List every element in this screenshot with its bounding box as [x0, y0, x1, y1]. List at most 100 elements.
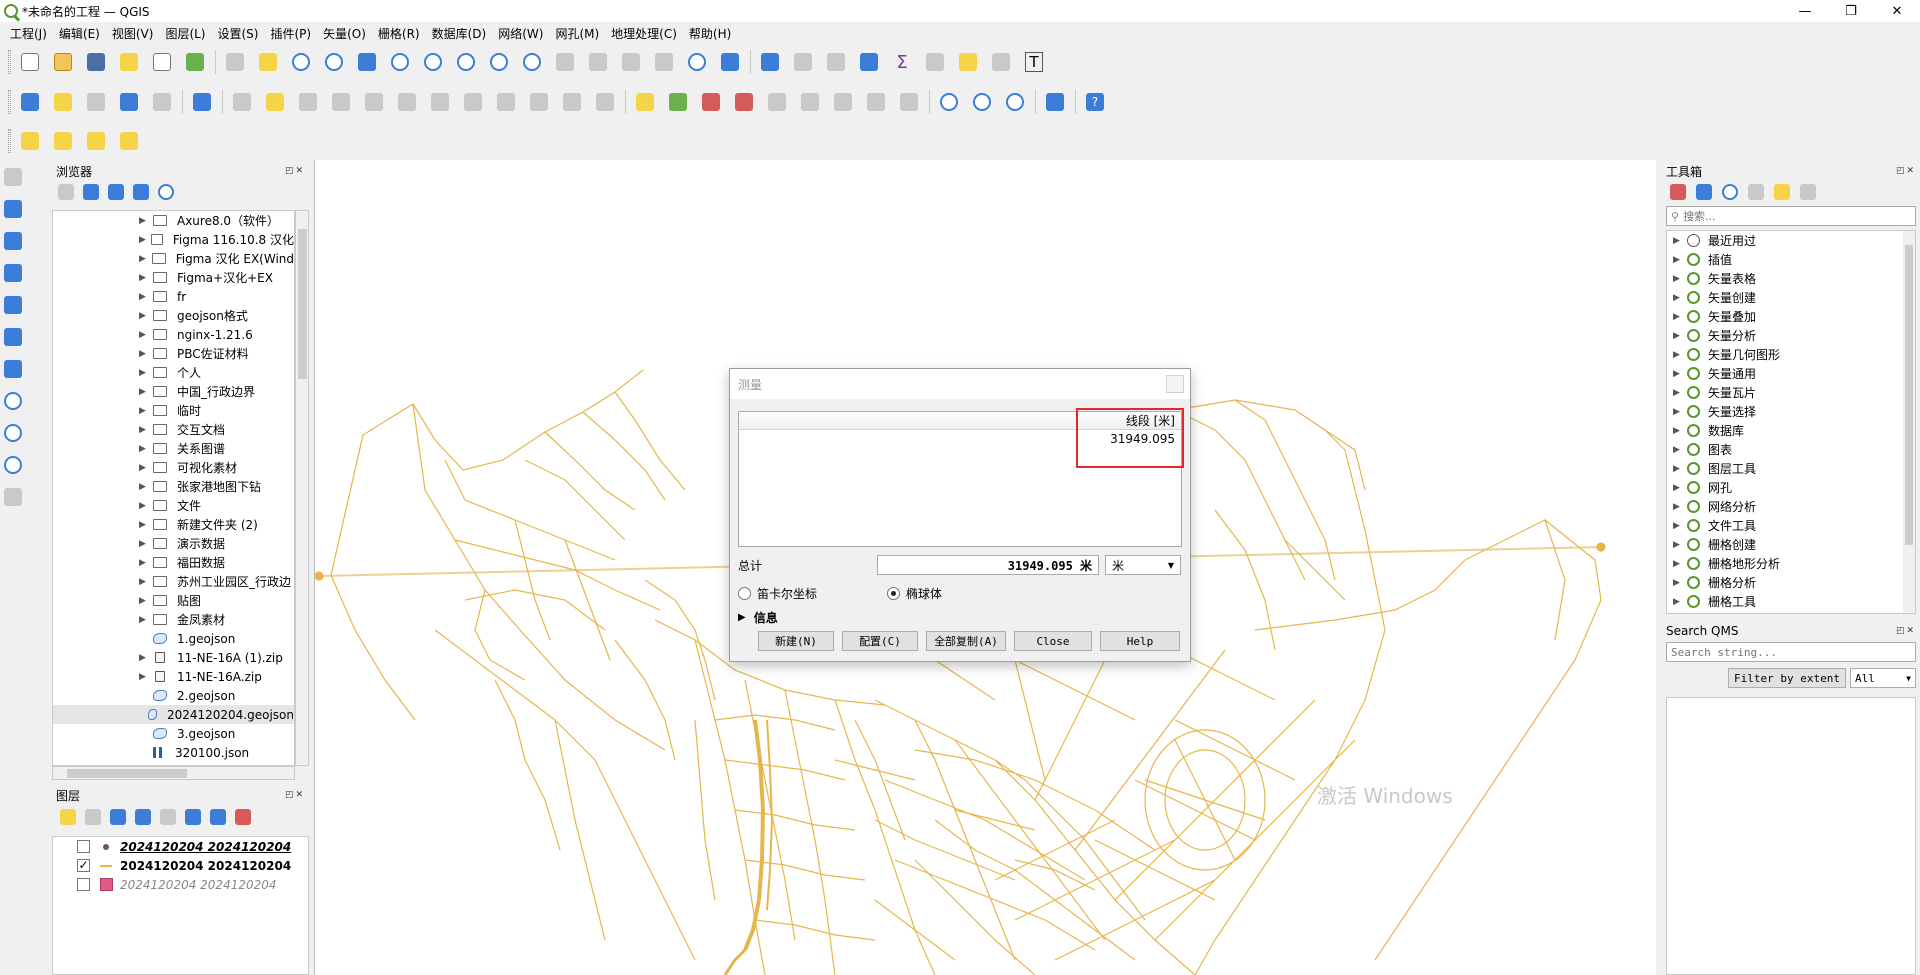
total-value-field[interactable]: 31949.095 米 — [877, 555, 1100, 575]
expression-filter-icon[interactable] — [160, 809, 176, 825]
select-by-location-button[interactable] — [116, 128, 142, 154]
qms-search-button[interactable] — [936, 89, 962, 115]
panel-float-close-icons[interactable]: ◰✕ — [1896, 166, 1916, 176]
add-vector-layer-button[interactable] — [4, 162, 44, 192]
browser-item[interactable]: ▶ 11-NE-16A.zip — [53, 667, 294, 686]
menu-vector[interactable]: 矢量(O) — [317, 25, 372, 42]
menu-web[interactable]: 网络(W) — [492, 25, 549, 42]
toolbar-grip[interactable] — [8, 50, 11, 74]
expand-arrow-icon[interactable]: ▶ — [139, 387, 153, 397]
zoom-last-button[interactable] — [486, 49, 512, 75]
statistics-button[interactable]: Σ — [889, 49, 915, 75]
browser-item[interactable]: ▶ 中国_行政边界 — [53, 382, 294, 401]
help-button[interactable]: Help — [1100, 631, 1180, 651]
toolbox-group[interactable]: ▶ 插值 — [1667, 250, 1915, 269]
browser-item[interactable]: ▶320100.json — [53, 743, 294, 762]
rotate-label-button[interactable] — [797, 89, 823, 115]
options-wrench-icon[interactable] — [1800, 184, 1816, 200]
menu-mesh[interactable]: 网孔(M) — [549, 25, 605, 42]
copy-all-button[interactable]: 全部复制(A) — [926, 631, 1006, 651]
toolbox-group[interactable]: ▶ 矢量几何图形 — [1667, 345, 1915, 364]
pin-labels-button[interactable] — [698, 89, 724, 115]
toolbox-group[interactable]: ▶ 栅格地形分析 — [1667, 554, 1915, 573]
toggle-editing-button[interactable] — [262, 89, 288, 115]
expand-arrow-icon[interactable]: ▶ — [1673, 312, 1687, 322]
filter-icon[interactable] — [108, 184, 124, 200]
expand-arrow-icon[interactable]: ▶ — [139, 311, 153, 321]
toolbar-grip[interactable] — [8, 90, 11, 114]
expand-arrow-icon[interactable]: ▶ — [139, 615, 153, 625]
layer-visibility-checkbox[interactable] — [77, 840, 90, 853]
dialog-close-button[interactable] — [1166, 375, 1184, 393]
new-virtual-layer-button[interactable] — [189, 89, 215, 115]
expand-arrow-icon[interactable]: ▶ — [139, 216, 153, 226]
browser-item[interactable]: ▶ 金凤素材 — [53, 610, 294, 629]
toolbox-group[interactable]: ▶ 矢量通用 — [1667, 364, 1915, 383]
toolbox-group[interactable]: ▶ 矢量选择 — [1667, 402, 1915, 421]
add-raster-layer-button[interactable] — [4, 194, 44, 224]
add-mesh-layer-button[interactable] — [4, 226, 44, 256]
bookmark-button[interactable] — [618, 49, 644, 75]
add-postgis-layer-button[interactable] — [4, 354, 44, 384]
new-spatialite-button[interactable] — [116, 89, 142, 115]
toolbox-group[interactable]: ▶ 矢量分析 — [1667, 326, 1915, 345]
save-edits-button[interactable] — [295, 89, 321, 115]
help-button[interactable]: ? — [1082, 89, 1108, 115]
change-label-button[interactable] — [830, 89, 856, 115]
expand-arrow-icon[interactable]: ▶ — [139, 330, 153, 340]
copy-button[interactable] — [493, 89, 519, 115]
menu-view[interactable]: 视图(V) — [106, 25, 160, 42]
expand-arrow-icon[interactable]: ▶ — [1673, 559, 1687, 569]
expand-arrow-icon[interactable]: ▶ — [1673, 426, 1687, 436]
browser-item[interactable]: ▶ 临时 — [53, 401, 294, 420]
browser-item[interactable]: ▶3.geojson — [53, 724, 294, 743]
menu-settings[interactable]: 设置(S) — [212, 25, 265, 42]
browser-item[interactable]: ▶ Figma 汉化 EX(Wind — [53, 249, 294, 268]
expand-arrow-icon[interactable]: ▶ — [1673, 331, 1687, 341]
expand-arrow-icon[interactable]: ▶ — [139, 273, 153, 283]
browser-item[interactable]: ▶ geojson格式 — [53, 306, 294, 325]
new-temp-layer-button[interactable] — [149, 89, 175, 115]
cut-button[interactable] — [460, 89, 486, 115]
annotation-button[interactable] — [988, 49, 1014, 75]
toolbox-group[interactable]: ▶ 矢量创建 — [1667, 288, 1915, 307]
maximize-button[interactable]: ❐ — [1828, 0, 1874, 22]
browser-horizontal-scrollbar[interactable] — [52, 766, 295, 780]
expand-arrow-icon[interactable]: ▶ — [1673, 578, 1687, 588]
toolbox-group[interactable]: ▶ 栅格工具 — [1667, 592, 1915, 611]
panel-float-close-icons[interactable]: ◰✕ — [1896, 626, 1916, 636]
label-properties-button[interactable] — [896, 89, 922, 115]
expand-arrow-icon[interactable]: ▶ — [139, 368, 153, 378]
expand-arrow-icon[interactable]: ▶ — [1673, 464, 1687, 474]
refresh-button[interactable] — [717, 49, 743, 75]
toolbox-group[interactable]: ▶ 网络分析 — [1667, 497, 1915, 516]
add-virtual-layer-button[interactable] — [4, 322, 44, 352]
refresh-icon[interactable] — [83, 184, 99, 200]
select-by-value-button[interactable] — [50, 128, 76, 154]
browser-item[interactable]: ▶ 关系图谱 — [53, 439, 294, 458]
add-selected-layers-icon[interactable] — [58, 184, 74, 200]
layer-visibility-checkbox[interactable] — [77, 878, 90, 891]
expand-arrow-icon[interactable]: ▶ — [139, 520, 153, 530]
expand-arrow-icon[interactable]: ▶ — [1673, 597, 1687, 607]
history-icon[interactable] — [1722, 184, 1738, 200]
browser-item[interactable]: ▶ 新建文件夹 (2) — [53, 515, 294, 534]
qms-filter-select[interactable]: All ▼ — [1850, 668, 1916, 688]
toolbox-group[interactable]: ▶ 网孔 — [1667, 478, 1915, 497]
expand-arrow-icon[interactable]: ▶ — [1673, 502, 1687, 512]
pan-button[interactable] — [222, 49, 248, 75]
menu-processing[interactable]: 地理处理(C) — [605, 25, 683, 42]
menu-layer[interactable]: 图层(L) — [159, 25, 211, 42]
modify-attributes-button[interactable] — [394, 89, 420, 115]
scroll-thumb[interactable] — [67, 769, 187, 778]
attribute-table-button[interactable] — [790, 49, 816, 75]
configure-button[interactable]: 配置(C) — [842, 631, 918, 651]
browser-item[interactable]: ▶ PBC佐证材料 — [53, 344, 294, 363]
browser-item[interactable]: ▶ 个人 — [53, 363, 294, 382]
collapse-all-icon[interactable] — [133, 184, 149, 200]
select-features-button[interactable] — [17, 128, 43, 154]
vertex-tool-button[interactable] — [361, 89, 387, 115]
add-feature-button[interactable] — [328, 89, 354, 115]
measure-button[interactable] — [922, 49, 948, 75]
expand-arrow-icon[interactable]: ▶ — [139, 596, 153, 606]
